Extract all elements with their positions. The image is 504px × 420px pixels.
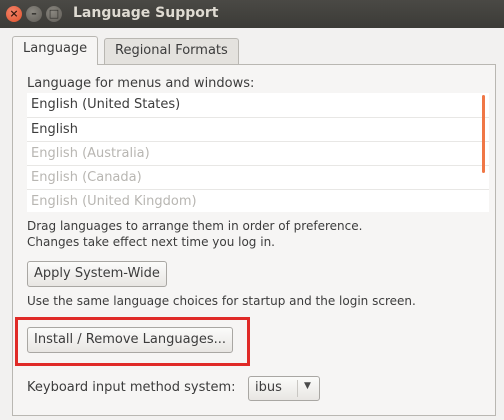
window-title: Language Support xyxy=(73,5,219,21)
dropdown-divider xyxy=(297,380,298,397)
language-list-heading: Language for menus and windows: xyxy=(27,76,255,91)
list-item-english-united-states[interactable]: English (United States) xyxy=(27,93,489,117)
list-item-english[interactable]: English xyxy=(27,117,489,141)
list-item-english-australia[interactable]: English (Australia) xyxy=(27,141,489,165)
keyboard-input-method-value: ibus xyxy=(255,380,282,395)
language-list[interactable]: English (United States) English English … xyxy=(27,93,489,212)
close-icon[interactable]: × xyxy=(6,6,22,22)
title-bar: × – □ Language Support xyxy=(0,0,504,28)
maximize-icon[interactable]: □ xyxy=(46,6,62,22)
drag-help-text: Drag languages to arrange them in order … xyxy=(27,219,363,233)
list-item-english-united-kingdom[interactable]: English (United Kingdom) xyxy=(27,189,489,212)
highlight-annotation xyxy=(15,317,250,366)
minimize-icon[interactable]: – xyxy=(26,6,42,22)
keyboard-input-method-dropdown[interactable]: ibus ▼ xyxy=(248,376,320,401)
tab-regional-formats[interactable]: Regional Formats xyxy=(104,38,239,64)
restart-help-text: Changes take effect next time you log in… xyxy=(27,235,275,249)
apply-help-text: Use the same language choices for startu… xyxy=(27,294,416,308)
chevron-down-icon: ▼ xyxy=(304,381,311,391)
list-scrollbar[interactable] xyxy=(482,95,485,173)
keyboard-input-label: Keyboard input method system: xyxy=(27,380,236,395)
list-item-english-canada[interactable]: English (Canada) xyxy=(27,165,489,189)
apply-system-wide-button[interactable]: Apply System-Wide xyxy=(27,261,167,287)
tab-language[interactable]: Language xyxy=(12,36,99,65)
